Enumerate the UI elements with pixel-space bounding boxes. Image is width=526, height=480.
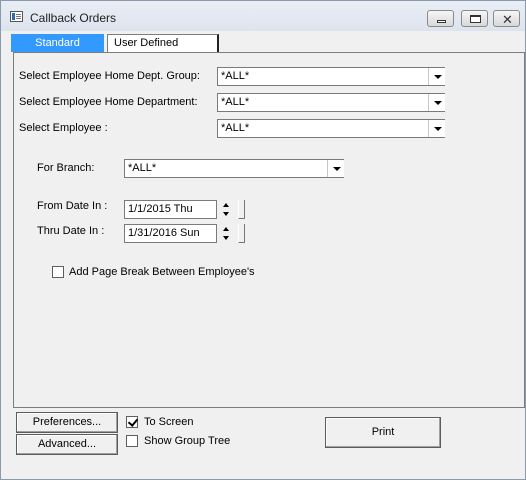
preferences-button[interactable]: Preferences...	[16, 412, 118, 433]
department-select[interactable]: *ALL*	[217, 93, 445, 112]
to-screen-checkbox[interactable]	[126, 416, 138, 428]
spin-down-icon[interactable]	[223, 236, 229, 240]
from-date-spinner[interactable]	[221, 200, 231, 219]
window-title: Callback Orders	[30, 11, 117, 25]
dept-group-label: Select Employee Home Dept. Group:	[19, 70, 200, 82]
chevron-down-icon[interactable]	[428, 120, 445, 137]
employee-label: Select Employee :	[19, 122, 108, 134]
advanced-button[interactable]: Advanced...	[16, 434, 118, 455]
branch-value: *ALL*	[128, 162, 157, 174]
spin-up-icon[interactable]	[223, 203, 229, 207]
from-date-dropdown-handle[interactable]	[238, 200, 245, 219]
title-bar[interactable]: Callback Orders ✕	[1, 1, 525, 31]
maximize-icon	[470, 15, 481, 23]
branch-select[interactable]: *ALL*	[124, 159, 344, 178]
dept-group-value: *ALL*	[221, 70, 250, 82]
chevron-down-icon[interactable]	[428, 68, 445, 85]
tab-standard-criteria[interactable]: Standard Criteria	[11, 34, 104, 65]
thru-date-label: Thru Date In :	[37, 225, 105, 237]
close-button[interactable]: ✕	[493, 10, 520, 27]
print-button[interactable]: Print	[325, 417, 441, 448]
branch-label: For Branch:	[37, 162, 95, 174]
from-date-label: From Date In :	[37, 200, 108, 212]
employee-select[interactable]: *ALL*	[217, 119, 445, 138]
chevron-down-icon[interactable]	[327, 160, 344, 177]
to-screen-label: To Screen	[144, 416, 194, 428]
minimize-button[interactable]	[427, 10, 454, 27]
show-group-tree-checkbox[interactable]	[126, 435, 138, 447]
spin-up-icon[interactable]	[223, 227, 229, 231]
thru-date-dropdown-handle[interactable]	[238, 224, 245, 243]
thru-date-field[interactable]: 1/31/2016 Sun	[124, 224, 217, 243]
page-break-label: Add Page Break Between Employee's	[69, 266, 255, 278]
dept-group-select[interactable]: *ALL*	[217, 67, 445, 86]
department-label: Select Employee Home Department:	[19, 96, 198, 108]
close-icon: ✕	[502, 12, 513, 27]
thru-date-spinner[interactable]	[221, 224, 231, 243]
page-break-checkbox[interactable]	[52, 266, 64, 278]
thru-date-value: 1/31/2016 Sun	[128, 227, 200, 239]
app-icon	[10, 11, 23, 22]
employee-value: *ALL*	[221, 122, 250, 134]
chevron-down-icon[interactable]	[428, 94, 445, 111]
maximize-button[interactable]	[461, 10, 488, 27]
spin-down-icon[interactable]	[223, 212, 229, 216]
minimize-icon	[437, 20, 446, 23]
from-date-value: 1/1/2015 Thu	[128, 203, 193, 215]
from-date-field[interactable]: 1/1/2015 Thu	[124, 200, 217, 219]
show-group-tree-label: Show Group Tree	[144, 435, 231, 447]
tab-user-defined-criteria[interactable]: User Defined Criteria	[107, 34, 219, 65]
department-value: *ALL*	[221, 96, 250, 108]
callback-orders-window: Callback Orders ✕ Standard Criteria User…	[0, 0, 526, 480]
